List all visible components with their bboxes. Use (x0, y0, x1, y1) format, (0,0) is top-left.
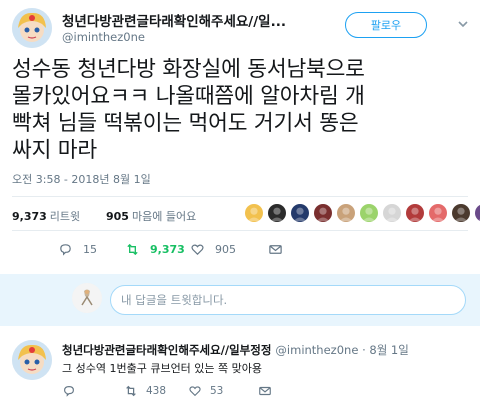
likes-count: 905 (106, 210, 129, 223)
liker-avatar[interactable] (336, 203, 356, 223)
heart-icon (191, 244, 204, 256)
reply-author-avatar[interactable] (12, 340, 52, 380)
liker-avatar[interactable] (382, 203, 402, 223)
reply-reply-action[interactable] (62, 384, 84, 398)
likes-stat[interactable]: 905 마음에 들어요 (106, 208, 196, 224)
retweet-icon (127, 243, 138, 256)
reply-tweet-actions: 438 53 (62, 382, 462, 402)
reply-like-action[interactable]: 53 (188, 384, 223, 398)
reply-separator: · (362, 343, 366, 357)
liker-avatar[interactable] (428, 203, 448, 223)
reply-composer: 내 답글을 트윗합니다. (0, 274, 480, 326)
reply-message-action[interactable] (258, 384, 280, 398)
mail-icon (269, 245, 282, 254)
reply-author-name[interactable]: 청년다방관련글타래확인해주세요//일부정정 (62, 343, 271, 357)
reply-icon (60, 244, 71, 256)
liker-avatar[interactable] (451, 203, 471, 223)
retweets-label: 리트윗 (49, 210, 81, 223)
message-action[interactable] (268, 242, 293, 257)
tweet-stats: 9,373 리트윗 905 마음에 들어요 (12, 200, 480, 228)
author-handle[interactable]: @iminthez0ne (62, 30, 145, 44)
follow-button[interactable]: 팔로우 (345, 12, 427, 38)
likes-label: 마음에 들어요 (131, 210, 197, 223)
tweet-header: 청년다방관련글타래확인해주세요//일... @iminthez0ne 팔로우 (0, 0, 480, 50)
liker-avatar[interactable] (244, 203, 264, 223)
reply-count: 15 (83, 243, 97, 256)
heart-icon (189, 386, 201, 397)
reply-retweet-count: 438 (146, 385, 167, 397)
reply-text: 그 성수역 1번출구 큐브언터 있는 쪽 맞아용 (62, 362, 263, 375)
reply-retweet-action[interactable]: 438 (124, 384, 166, 398)
reply-icon (64, 386, 74, 397)
mail-icon (259, 386, 271, 396)
reply-author-line: 청년다방관련글타래확인해주세요//일부정정 @iminthez0ne · 8월 1… (62, 342, 409, 358)
liker-avatar[interactable] (359, 203, 379, 223)
tweet-text: 성수동 청년다방 화장실에 동서남북으로 몰카있어요ㅋㅋ 나올때쯤에 알아차림 … (12, 57, 365, 163)
reply-input[interactable]: 내 답글을 트윗합니다. (110, 285, 466, 315)
liker-avatar[interactable] (290, 203, 310, 223)
reply-date[interactable]: 8월 1일 (369, 343, 408, 357)
retweets-stat[interactable]: 9,373 리트윗 (12, 208, 80, 224)
reply-like-count: 53 (210, 385, 224, 397)
chevron-down-icon[interactable] (455, 16, 471, 32)
retweet-action[interactable]: 9,373 (125, 242, 185, 257)
current-user-avatar (72, 283, 102, 313)
tweet-actions: 15 9,373 905 (12, 240, 468, 264)
like-action[interactable]: 905 (190, 242, 236, 257)
liker-avatar[interactable] (405, 203, 425, 223)
liker-avatar[interactable] (267, 203, 287, 223)
retweet-count: 9,373 (150, 243, 185, 256)
retweets-count: 9,373 (12, 210, 47, 223)
divider (12, 230, 468, 231)
liker-avatar[interactable] (474, 203, 480, 223)
reply-author-handle[interactable]: @iminthez0ne (275, 343, 358, 357)
author-display-name[interactable]: 청년다방관련글타래확인해주세요//일... (62, 10, 286, 30)
like-count: 905 (215, 243, 236, 256)
retweet-icon (126, 385, 136, 397)
tweet-timestamp[interactable]: 오전 3:58 - 2018년 8월 1일 (12, 171, 151, 187)
liker-avatar[interactable] (313, 203, 333, 223)
author-avatar[interactable] (12, 8, 52, 48)
reply-action[interactable]: 15 (58, 242, 97, 257)
divider (12, 196, 468, 197)
